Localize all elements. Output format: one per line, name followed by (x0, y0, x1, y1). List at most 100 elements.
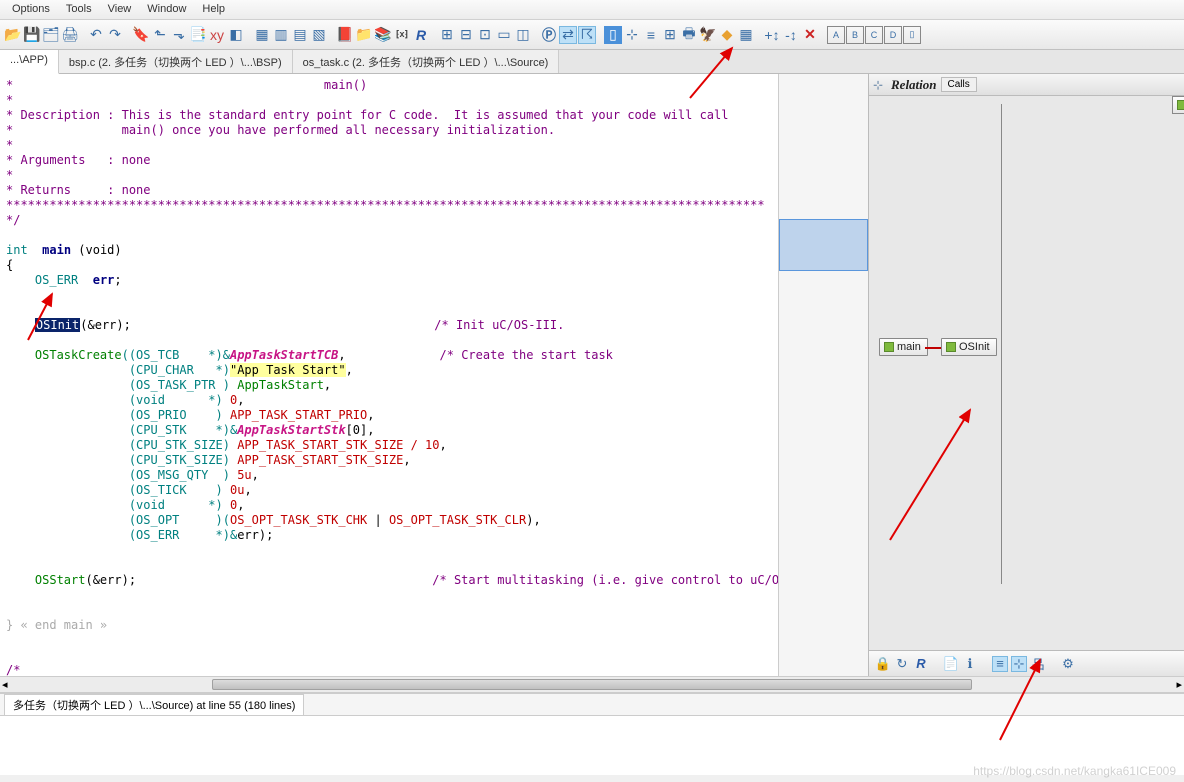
save-icon[interactable]: 💾 (23, 26, 41, 44)
layout1-icon[interactable]: ⊞ (438, 26, 456, 44)
node-main[interactable]: main (879, 338, 928, 356)
lock-icon[interactable]: 🔒 (875, 656, 891, 672)
code-editor[interactable]: * main() * * Description : This is the s… (0, 74, 778, 676)
code-token: (OS_TICK ) (129, 483, 230, 497)
open-icon[interactable]: 📂 (4, 26, 22, 44)
fn-main: main (42, 243, 71, 257)
window-icon[interactable]: ▯ (604, 26, 622, 44)
window4-icon[interactable]: ▧ (310, 26, 328, 44)
relation-tab-calls[interactable]: Calls (941, 77, 977, 92)
relation-body[interactable]: main OSInit OSCfg_Init OSInitHook OS_Dbg… (869, 96, 1184, 650)
scroll-right-icon[interactable]: ▸ (1176, 678, 1182, 691)
undo-icon[interactable]: ↶ (87, 26, 105, 44)
highlight-icon[interactable]: xy (208, 26, 226, 44)
code-comment: /* Start multitasking (i.e. give control… (432, 573, 778, 587)
zoomout-icon[interactable]: -↕ (782, 26, 800, 44)
code-line: /* (6, 663, 20, 676)
fn-osinit-selected[interactable]: OSInit (35, 318, 80, 332)
bookmark-next-icon[interactable]: ⬎ (170, 26, 188, 44)
box-b-icon[interactable]: B (846, 26, 864, 44)
status-tab[interactable]: 多任务（切换两个 LED ）\...\Source) at line 55 (1… (4, 694, 304, 716)
library-icon[interactable]: 📚 (374, 26, 392, 44)
window3-icon[interactable]: ▤ (291, 26, 309, 44)
code-token: , (403, 453, 410, 467)
editor-tabbar: ...\APP) bsp.c (2. 多任务（切换两个 LED ）\...\BS… (0, 50, 1184, 74)
saveall-icon[interactable]: 🗂 (42, 26, 60, 44)
r-icon[interactable]: R (412, 26, 430, 44)
relation-icon[interactable]: ⇄ (559, 26, 577, 44)
menu-window[interactable]: Window (139, 0, 194, 19)
redo-icon[interactable]: ↷ (106, 26, 124, 44)
tab-app[interactable]: ...\APP) (0, 50, 59, 74)
code-token: (OS_OPT )( (129, 513, 230, 527)
layout3-icon[interactable]: ⊡ (476, 26, 494, 44)
tab-ostask[interactable]: os_task.c (2. 多任务（切换两个 LED ）\...\Source) (293, 50, 560, 73)
view-graph-icon[interactable]: 品 (1030, 656, 1046, 672)
menu-options[interactable]: Options (4, 0, 58, 19)
code-token: (OS_PRIO ) (129, 408, 230, 422)
relation-header: ⊹ Relation Calls (869, 74, 1184, 96)
code-token: (CPU_STK_SIZE) (129, 453, 237, 467)
settings-icon[interactable]: ⚙ (1060, 656, 1076, 672)
print2-icon[interactable]: 🖶 (680, 26, 698, 44)
grid-icon[interactable]: ⊞ (661, 26, 679, 44)
box-d-icon[interactable]: D (884, 26, 902, 44)
grid2-icon[interactable]: ▦ (737, 26, 755, 44)
box-e-icon[interactable]: ▯ (903, 26, 921, 44)
code-token: err); (237, 528, 273, 542)
bookmark-prev-icon[interactable]: ⬑ (151, 26, 169, 44)
box-a-icon[interactable]: A (827, 26, 845, 44)
scroll-thumb[interactable] (212, 679, 972, 690)
tab-bsp[interactable]: bsp.c (2. 多任务（切换两个 LED ）\...\BSP) (59, 50, 293, 73)
bookmark-list-icon[interactable]: 📑 (189, 26, 207, 44)
node-fn[interactable]: OS_TmrInit (1172, 96, 1184, 114)
window1-icon[interactable]: ▦ (253, 26, 271, 44)
book-icon[interactable]: 📕 (336, 26, 354, 44)
window2-icon[interactable]: ▥ (272, 26, 290, 44)
editor-wrap: * main() * * Description : This is the s… (0, 74, 869, 676)
minimap[interactable] (778, 74, 868, 676)
scroll-left-icon[interactable]: ◂ (2, 678, 8, 691)
bookmark-icon[interactable]: 🔖 (132, 26, 150, 44)
code-token: , (237, 393, 244, 407)
copy-icon[interactable]: 📄 (943, 656, 959, 672)
view-tree-icon[interactable]: ⊹ (1011, 656, 1027, 672)
close-x-icon[interactable]: ✕ (801, 26, 819, 44)
print-icon[interactable]: 🖨 (61, 26, 79, 44)
menu-tools[interactable]: Tools (58, 0, 100, 19)
fn-icon (884, 342, 894, 352)
menu-view[interactable]: View (100, 0, 140, 19)
code-comment: /* Create the start task (440, 348, 613, 362)
toggle-icon[interactable]: ◧ (227, 26, 245, 44)
layout2-icon[interactable]: ⊟ (457, 26, 475, 44)
code-token: (void) (78, 243, 121, 257)
layout4-icon[interactable]: ▭ (495, 26, 513, 44)
code-token: (CPU_CHAR *) (129, 363, 230, 377)
refresh-icon[interactable]: ↻ (894, 656, 910, 672)
editor-hscroll[interactable]: ◂ ▸ (0, 676, 1184, 693)
num-literal: 0u (230, 483, 244, 497)
graph-icon[interactable]: ☈ (578, 26, 596, 44)
zoomin-icon[interactable]: +↕ (763, 26, 781, 44)
node-osinit[interactable]: OSInit (941, 338, 997, 356)
minimap-viewport[interactable] (779, 219, 868, 271)
info-icon[interactable]: ℹ (962, 656, 978, 672)
r-icon[interactable]: R (913, 656, 929, 672)
eagle-icon[interactable]: 🦅 (699, 26, 717, 44)
box-c-icon[interactable]: C (865, 26, 883, 44)
abc-icon[interactable]: ⁅x⁆ (393, 26, 411, 44)
code-token: (OS_ERR *)& (129, 528, 237, 542)
folder-icon[interactable]: 📁 (355, 26, 373, 44)
code-token: , (367, 408, 374, 422)
code-token: (void *) (129, 393, 230, 407)
code-token: ((OS_TCB *)& (122, 348, 230, 362)
tree-icon[interactable]: ⊹ (623, 26, 641, 44)
menu-help[interactable]: Help (194, 0, 233, 19)
layout5-icon[interactable]: ◫ (514, 26, 532, 44)
p-icon[interactable]: Ⓟ (540, 26, 558, 44)
diamond-icon[interactable]: ◆ (718, 26, 736, 44)
list-icon[interactable]: ≡ (642, 26, 660, 44)
view-list-icon[interactable]: ≡ (992, 656, 1008, 672)
code-token: , (252, 468, 259, 482)
code-token: (OS_MSG_QTY ) (129, 468, 237, 482)
